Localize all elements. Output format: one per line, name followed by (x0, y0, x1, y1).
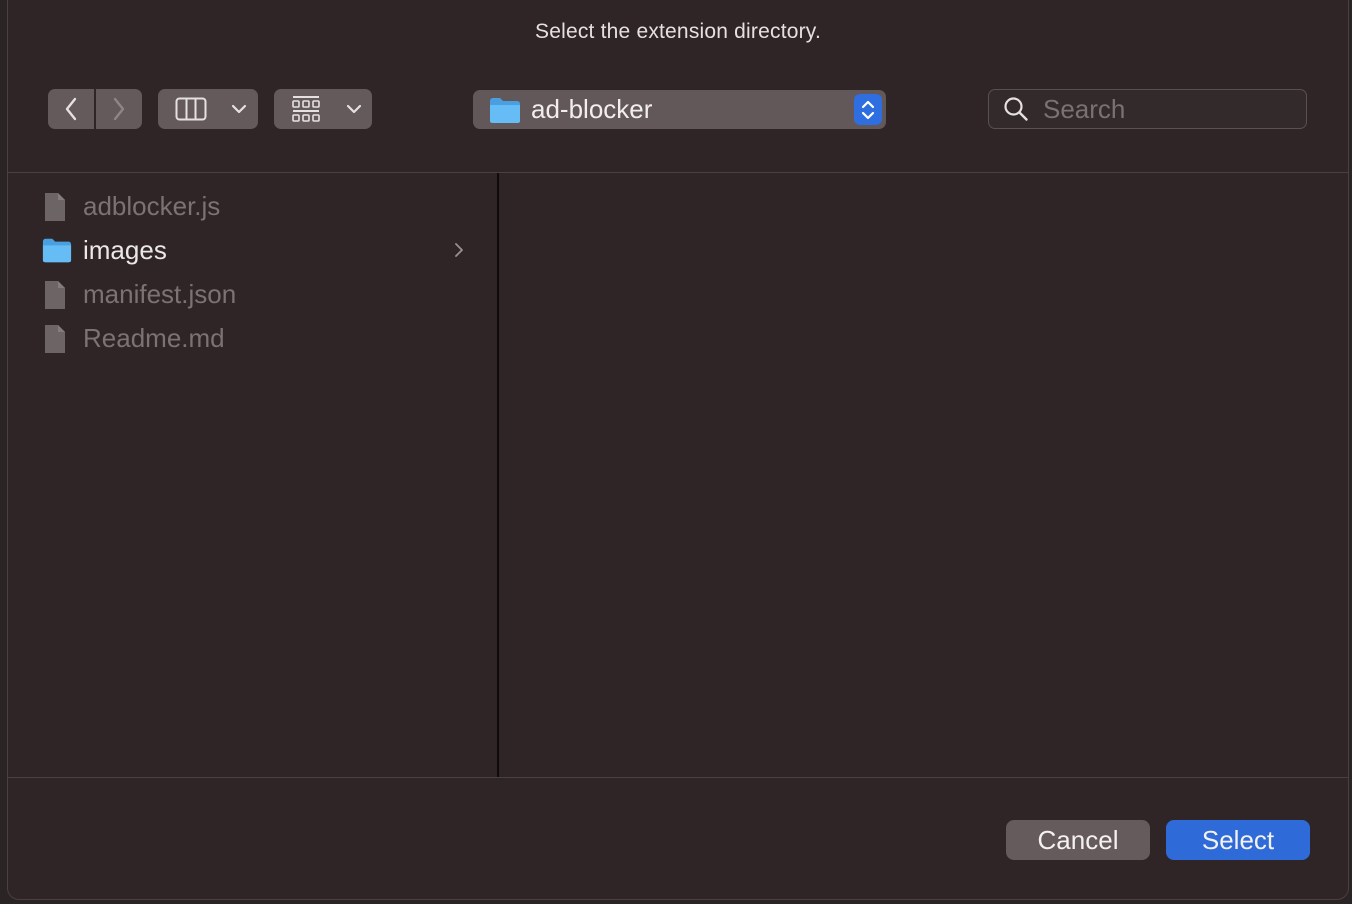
preview-pane (499, 173, 1348, 777)
navigation-group (48, 89, 142, 129)
list-item-readme-md[interactable]: Readme.md (8, 316, 497, 360)
folder-name: images (83, 234, 167, 265)
list-item-manifest-json[interactable]: manifest.json (8, 272, 497, 316)
select-button[interactable]: Select (1166, 820, 1310, 860)
back-button[interactable] (48, 89, 94, 129)
grid-group-icon (292, 96, 320, 122)
document-icon (45, 281, 65, 309)
location-popup[interactable]: ad-blocker (473, 90, 886, 129)
search-icon (1004, 97, 1028, 121)
file-column[interactable]: adblocker.js images manifest.json Readme… (8, 173, 499, 777)
file-name: Readme.md (83, 322, 225, 353)
folder-icon (490, 97, 520, 123)
forward-button[interactable] (94, 89, 142, 129)
chevron-right-icon (113, 97, 125, 121)
list-item-images[interactable]: images (8, 228, 497, 272)
cancel-button[interactable]: Cancel (1006, 820, 1150, 860)
group-by-button[interactable] (274, 95, 338, 123)
open-panel-dialog: Select the extension directory. ad-block… (7, 0, 1349, 900)
up-down-arrows-icon (861, 100, 875, 119)
chevron-left-icon (65, 97, 77, 121)
list-item-adblocker-js[interactable]: adblocker.js (8, 184, 497, 228)
columns-view-icon (175, 97, 207, 121)
chevron-down-icon (346, 104, 362, 114)
view-mode-button[interactable] (158, 97, 224, 121)
group-by-dropdown[interactable] (338, 104, 370, 114)
chevron-down-icon (231, 104, 247, 114)
location-stepper[interactable] (854, 94, 882, 125)
search-input[interactable] (1041, 92, 1295, 126)
view-mode-popup[interactable] (158, 89, 258, 129)
document-icon (45, 325, 65, 353)
footer-divider (8, 777, 1348, 778)
view-mode-dropdown[interactable] (224, 104, 254, 114)
search-field[interactable] (988, 89, 1307, 129)
group-by-popup[interactable] (274, 89, 372, 129)
dialog-title: Select the extension directory. (535, 20, 821, 43)
file-name: manifest.json (83, 278, 237, 309)
folder-icon (42, 238, 72, 263)
file-name: adblocker.js (83, 190, 221, 221)
location-label: ad-blocker (531, 94, 653, 124)
document-icon (45, 193, 65, 221)
chevron-right-icon (455, 243, 463, 257)
